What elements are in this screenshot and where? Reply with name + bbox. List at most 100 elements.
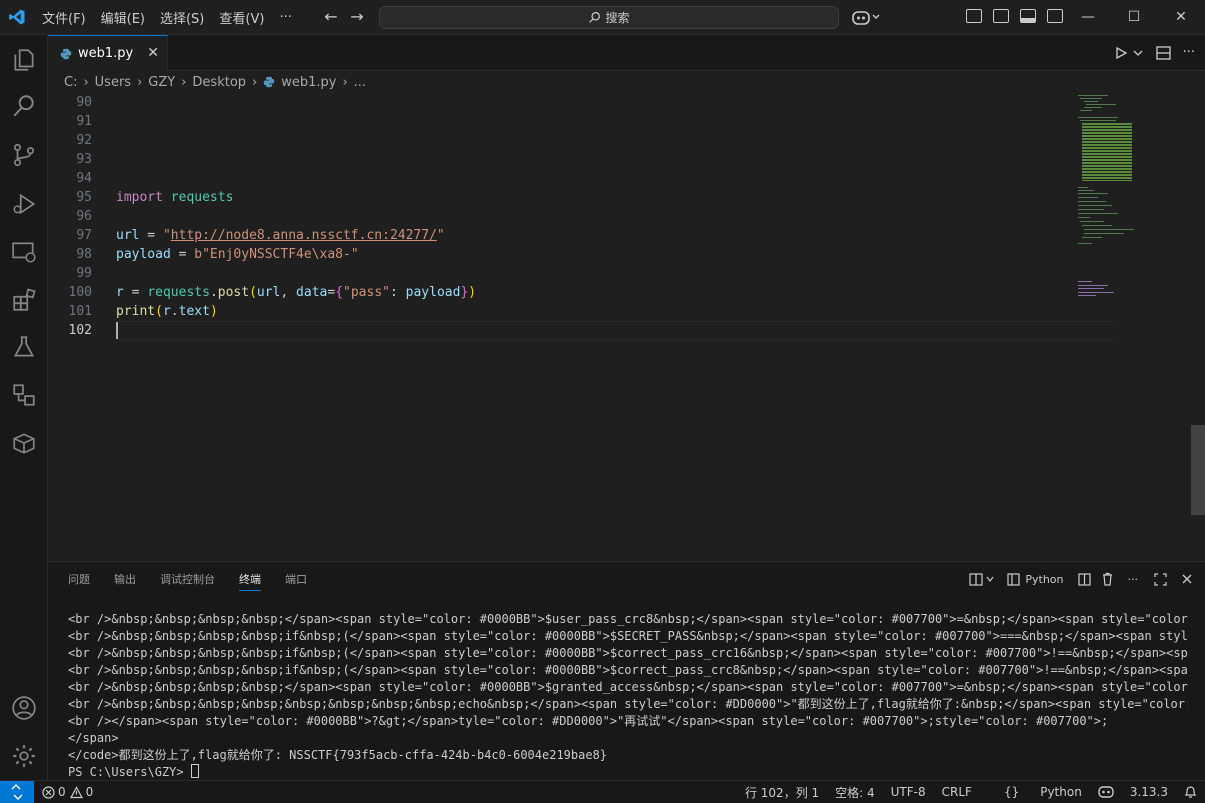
split-terminal-icon[interactable] bbox=[1077, 572, 1091, 586]
problems-status[interactable]: 0 0 bbox=[42, 781, 93, 803]
title-bar: 文件(F) 编辑(E) 选择(S) 查看(V) ··· ← → 搜索 — ☐ ✕ bbox=[0, 0, 1205, 35]
run-dropdown-chevron-icon[interactable] bbox=[1132, 47, 1144, 59]
python-file-icon bbox=[60, 48, 72, 59]
new-terminal-layout-icon[interactable] bbox=[969, 572, 983, 586]
toggle-secondary-layout-icon[interactable] bbox=[993, 9, 1009, 23]
terminal-shell-label[interactable]: Python bbox=[1025, 573, 1063, 586]
language-label: Python bbox=[1040, 785, 1082, 799]
text-cursor bbox=[116, 322, 118, 339]
token-url-link[interactable]: http://node8.anna.nssctf.cn:24277/ bbox=[171, 228, 437, 243]
terminal-line: <br />&nbsp;&nbsp;&nbsp;&nbsp;if&nbsp;(<… bbox=[68, 663, 1188, 677]
menu-more[interactable]: ··· bbox=[279, 10, 291, 25]
back-arrow-icon[interactable]: ← bbox=[320, 6, 342, 28]
source-control-icon[interactable] bbox=[11, 142, 37, 168]
search-icon bbox=[589, 12, 601, 23]
line-number: 99 bbox=[76, 266, 92, 281]
run-file-icon[interactable] bbox=[1114, 46, 1128, 60]
command-center-search[interactable]: 搜索 bbox=[379, 6, 839, 29]
breadcrumb-users[interactable]: Users bbox=[95, 75, 131, 90]
terminal-line: <br />&nbsp;&nbsp;&nbsp;&nbsp;if&nbsp;(<… bbox=[68, 646, 1188, 660]
language-mode[interactable]: {} Python bbox=[988, 785, 1082, 799]
token-colon: : bbox=[389, 285, 406, 300]
forward-arrow-icon[interactable]: → bbox=[346, 6, 368, 28]
tab-web1-py[interactable]: web1.py ✕ bbox=[48, 35, 168, 71]
tab-ports[interactable]: 端口 bbox=[285, 562, 307, 597]
maximize-icon[interactable]: ☐ bbox=[1111, 0, 1157, 35]
menu-bar: 文件(F) 编辑(E) 选择(S) 查看(V) ··· bbox=[42, 0, 307, 35]
trash-icon[interactable] bbox=[1101, 572, 1114, 586]
activity-bar bbox=[0, 35, 48, 780]
terminal-output[interactable]: <br />&nbsp;&nbsp;&nbsp;&nbsp;</span><sp… bbox=[68, 611, 1188, 781]
encoding[interactable]: UTF-8 bbox=[891, 785, 926, 799]
breadcrumb-desktop[interactable]: Desktop bbox=[192, 75, 246, 90]
error-count: 0 bbox=[58, 785, 66, 799]
line-number: 96 bbox=[76, 209, 92, 224]
run-debug-icon[interactable] bbox=[11, 191, 37, 217]
settings-gear-icon[interactable] bbox=[11, 743, 37, 769]
terminal-cursor bbox=[190, 764, 199, 778]
warning-icon bbox=[69, 785, 83, 798]
terminal-dropdown-chevron-icon[interactable] bbox=[985, 574, 995, 584]
explorer-icon[interactable] bbox=[11, 47, 37, 73]
menu-file[interactable]: 文件(F) bbox=[42, 8, 86, 27]
python-version[interactable]: 3.13.3 bbox=[1130, 785, 1168, 799]
menu-view[interactable]: 查看(V) bbox=[219, 8, 264, 27]
account-icon[interactable] bbox=[11, 695, 37, 721]
panel-more-icon[interactable]: ··· bbox=[1128, 573, 1139, 586]
split-editor-icon[interactable] bbox=[1155, 45, 1171, 60]
extensions-icon[interactable] bbox=[11, 287, 37, 313]
breadcrumb-file[interactable]: web1.py bbox=[281, 75, 336, 90]
token-brace: { bbox=[335, 285, 344, 300]
chevron-right-icon: › bbox=[83, 74, 89, 90]
cursor-position[interactable]: 行 102，列 1 bbox=[745, 784, 819, 801]
line-number: 102 bbox=[68, 323, 92, 338]
more-actions-icon[interactable]: ··· bbox=[1183, 45, 1195, 60]
breadcrumb: C: › Users › GZY › Desktop › web1.py › .… bbox=[48, 71, 1205, 93]
vscode-logo-icon[interactable] bbox=[8, 8, 26, 26]
token-quote: " bbox=[162, 228, 171, 243]
tab-terminal[interactable]: 终端 bbox=[239, 562, 261, 597]
toggle-secondary-sidebar-icon[interactable] bbox=[1047, 9, 1063, 23]
code-line-97: url = "http://node8.anna.nssctf.cn:24277… bbox=[116, 226, 476, 245]
tab-debug-console[interactable]: 调试控制台 bbox=[160, 562, 215, 597]
breadcrumb-gzy[interactable]: GZY bbox=[148, 75, 175, 90]
tab-problems[interactable]: 问题 bbox=[68, 562, 90, 597]
line-ending[interactable]: CRLF bbox=[942, 785, 972, 799]
minimap[interactable] bbox=[1076, 93, 1176, 393]
code-line-98: payload = b"Enj0yNSSCTF4e\xa8-" bbox=[116, 245, 476, 264]
terminal-line: <br />&nbsp;&nbsp;&nbsp;&nbsp;if&nbsp;(<… bbox=[68, 629, 1188, 643]
scrollbar-thumb[interactable] bbox=[1191, 425, 1205, 515]
menu-edit[interactable]: 编辑(E) bbox=[101, 8, 145, 27]
testing-icon[interactable] bbox=[11, 334, 37, 360]
containers-icon[interactable] bbox=[11, 430, 37, 456]
copilot-icon[interactable] bbox=[851, 8, 881, 26]
maximize-panel-icon[interactable] bbox=[1154, 572, 1167, 586]
code-line-100: r = requests.post(url, data={"pass": pay… bbox=[116, 283, 476, 302]
menu-selection[interactable]: 选择(S) bbox=[160, 8, 204, 27]
breadcrumb-symbol[interactable]: ... bbox=[354, 75, 366, 90]
close-tab-icon[interactable]: ✕ bbox=[147, 45, 159, 61]
token-attribute: text bbox=[178, 304, 210, 319]
indentation[interactable]: 空格: 4 bbox=[835, 784, 875, 801]
token-variable: url bbox=[256, 285, 281, 300]
line-number: 94 bbox=[76, 171, 92, 186]
search-sidebar-icon[interactable] bbox=[11, 93, 37, 119]
editor-scrollbar[interactable] bbox=[1191, 93, 1205, 561]
sql-connections-icon[interactable] bbox=[11, 382, 37, 408]
token-operator: = bbox=[139, 228, 163, 243]
remote-indicator[interactable] bbox=[0, 781, 34, 803]
close-window-icon[interactable]: ✕ bbox=[1158, 0, 1204, 35]
minimize-icon[interactable]: — bbox=[1065, 0, 1111, 35]
toggle-primary-sidebar-icon[interactable] bbox=[966, 9, 982, 23]
remote-explorer-icon[interactable] bbox=[11, 239, 37, 265]
notifications-bell-icon[interactable] bbox=[1184, 785, 1197, 799]
search-label: 搜索 bbox=[605, 11, 630, 25]
code-editor[interactable]: 90 91 92 93 94 95 96 97 98 99 100 101 10… bbox=[48, 93, 1191, 561]
token-dot: . bbox=[209, 285, 218, 300]
tab-output[interactable]: 输出 bbox=[114, 562, 136, 597]
close-panel-icon[interactable] bbox=[1181, 573, 1193, 585]
toggle-panel-icon[interactable] bbox=[1020, 9, 1036, 23]
copilot-status-icon[interactable] bbox=[1098, 785, 1114, 799]
breadcrumb-drive[interactable]: C: bbox=[64, 75, 77, 90]
